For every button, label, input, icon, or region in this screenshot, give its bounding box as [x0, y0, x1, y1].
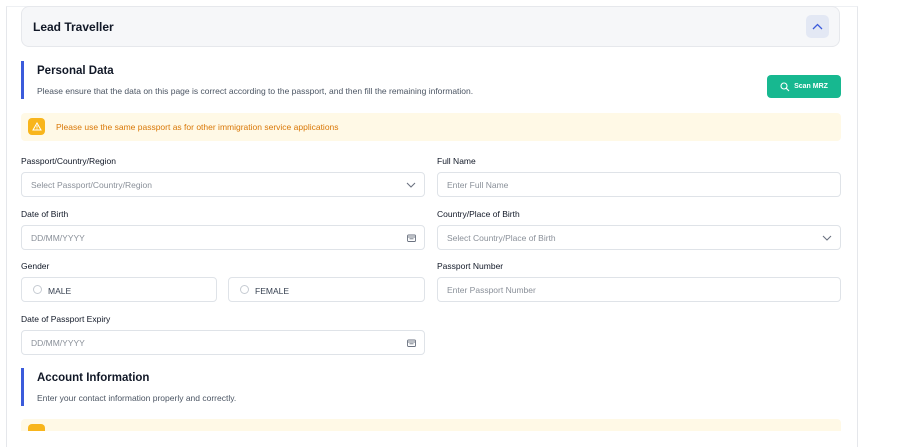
gender-option-male[interactable]: MALE	[21, 277, 217, 302]
date-of-birth-placeholder: DD/MM/YYYY	[31, 233, 85, 243]
gender-option-female[interactable]: FEMALE	[228, 277, 425, 302]
place-of-birth-placeholder: Select Country/Place of Birth	[447, 233, 556, 243]
gender-label: Gender	[21, 261, 50, 271]
chevron-down-icon	[406, 182, 416, 188]
passport-number-placeholder: Enter Passport Number	[447, 285, 536, 295]
warning-icon	[28, 118, 45, 135]
chevron-down-icon	[822, 235, 832, 241]
full-name-placeholder: Enter Full Name	[447, 180, 509, 190]
warning-icon	[28, 424, 45, 431]
lead-traveller-header[interactable]: Lead Traveller	[21, 6, 840, 47]
passport-country-select[interactable]: Select Passport/Country/Region	[21, 172, 425, 197]
chevron-up-icon	[812, 23, 823, 30]
radio-circle[interactable]	[240, 285, 249, 294]
scan-icon	[780, 81, 790, 91]
account-alert	[21, 419, 841, 431]
passport-expiry-label: Date of Passport Expiry	[21, 314, 111, 324]
gender-male-label: MALE	[48, 286, 72, 296]
place-of-birth-select[interactable]: Select Country/Place of Birth	[437, 225, 841, 250]
full-name-label: Full Name	[437, 156, 476, 166]
passport-number-label: Passport Number	[437, 261, 504, 271]
personal-data-title: Personal Data	[37, 65, 114, 77]
passport-expiry-placeholder: DD/MM/YYYY	[31, 338, 85, 348]
alert-text: Please use the same passport as for othe…	[56, 122, 339, 132]
account-information-title: Account Information	[37, 372, 150, 384]
lead-traveller-title: Lead Traveller	[33, 20, 114, 34]
collapse-button[interactable]	[806, 15, 829, 38]
full-name-input[interactable]: Enter Full Name	[437, 172, 841, 197]
account-information-description: Enter your contact information properly …	[37, 393, 237, 403]
gender-female-label: FEMALE	[255, 286, 290, 296]
radio-circle[interactable]	[33, 285, 42, 294]
personal-data-description: Please ensure that the data on this page…	[37, 86, 474, 96]
scan-mrz-button[interactable]: Scan MRZ	[767, 75, 841, 98]
passport-alert: Please use the same passport as for othe…	[21, 113, 841, 141]
date-of-birth-input[interactable]: DD/MM/YYYY	[21, 225, 425, 250]
passport-expiry-input[interactable]: DD/MM/YYYY	[21, 330, 425, 355]
passport-country-label: Passport/Country/Region	[21, 156, 116, 166]
calendar-icon[interactable]	[407, 234, 416, 242]
date-of-birth-label: Date of Birth	[21, 209, 69, 219]
section-accent-bar	[21, 368, 24, 406]
passport-country-placeholder: Select Passport/Country/Region	[31, 180, 152, 190]
scan-mrz-label: Scan MRZ	[794, 83, 828, 90]
calendar-icon[interactable]	[407, 339, 416, 347]
section-accent-bar	[21, 61, 24, 99]
place-of-birth-label: Country/Place of Birth	[437, 209, 520, 219]
passport-number-input[interactable]: Enter Passport Number	[437, 277, 841, 302]
